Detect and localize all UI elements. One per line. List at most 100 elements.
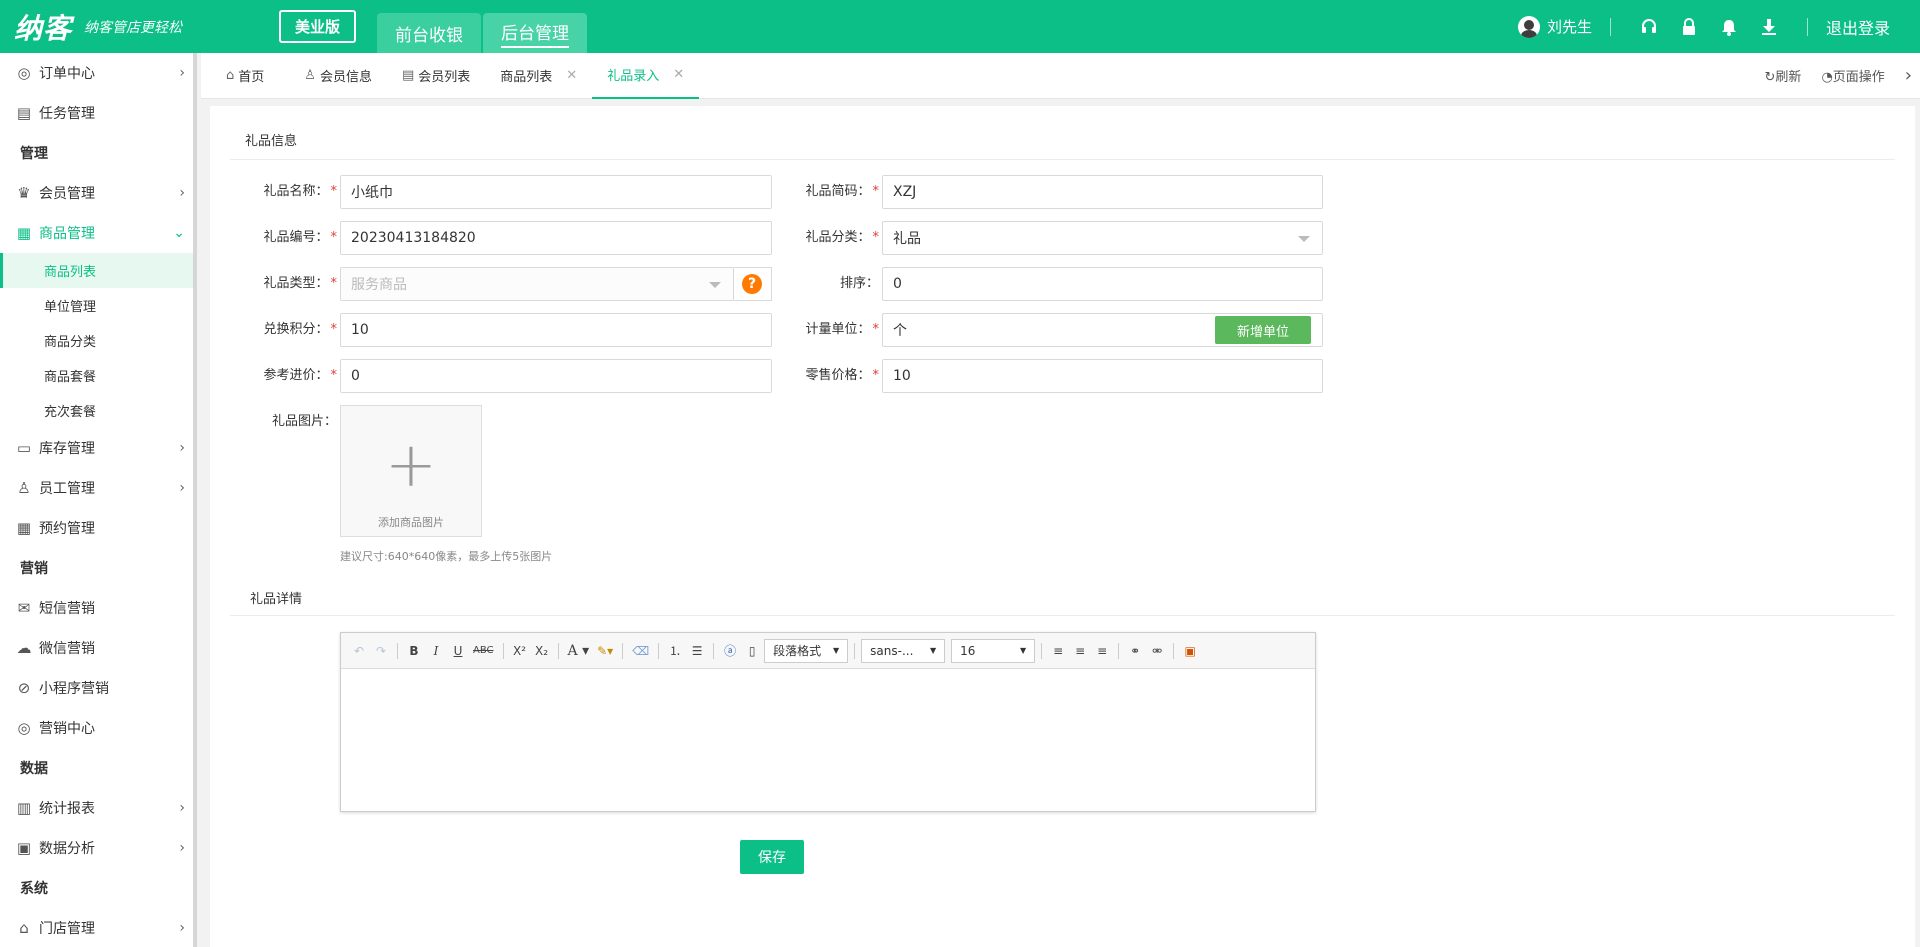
highlight-icon[interactable]: ✎▾ [594, 640, 616, 662]
sidebar-item-label: 统计报表 [39, 801, 95, 817]
sidebar-item-miniapp[interactable]: ⊘ 小程序营销 [0, 668, 193, 708]
strikethrough-icon[interactable]: ABC [470, 640, 497, 662]
sidebar-subitem-product-list[interactable]: 商品列表 [0, 253, 193, 288]
sidebar-item-wechat[interactable]: ☁ 微信营销 [0, 628, 193, 668]
unordered-list-icon[interactable]: ☰ [687, 640, 707, 662]
page-icon[interactable]: ▯ [742, 640, 762, 662]
chevron-down-icon [709, 282, 721, 288]
download-icon[interactable] [1759, 17, 1779, 37]
chevron-down-icon [1298, 236, 1310, 242]
points-input[interactable]: 10 [340, 313, 772, 347]
brand-logo[interactable]: 纳客 纳客管店更轻松 [14, 7, 234, 47]
sidebar-subitem-categories[interactable]: 商品分类 [0, 323, 193, 358]
tab-label: 会员列表 [418, 70, 471, 85]
page-ops-button[interactable]: ◔页面操作 [1821, 66, 1884, 85]
avatar [1517, 15, 1540, 38]
tab-gift-entry[interactable]: 礼品录入 ✕ [592, 53, 700, 99]
image-icon[interactable]: ▣ [1180, 640, 1200, 662]
select-value: sans-... [870, 643, 914, 658]
underline-icon[interactable]: U [448, 640, 468, 662]
required-mark: * [330, 322, 338, 337]
eraser-icon[interactable]: ⌫ [629, 640, 652, 662]
sidebar-item-marketing-center[interactable]: ◎ 营销中心 [0, 708, 193, 748]
tab-label: 会员信息 [319, 70, 372, 85]
sidebar-item-label: 会员管理 [39, 186, 95, 202]
gift-no-input[interactable]: 20230413184820 [340, 221, 772, 255]
logout-button[interactable]: 退出登录 [1826, 15, 1890, 39]
paragraph-format-select[interactable]: 段落格式 ▼ [764, 638, 849, 663]
add-unit-button[interactable]: 新增单位 [1215, 316, 1311, 344]
ref-price-input[interactable]: 0 [340, 359, 772, 393]
sidebar-item-tasks[interactable]: ▤ 任务管理 [0, 93, 193, 133]
lock-icon[interactable] [1679, 17, 1699, 37]
subscript-icon[interactable]: X₂ [532, 640, 552, 662]
sidebar-subitem-packages[interactable]: 商品套餐 [0, 358, 193, 393]
divider [230, 615, 1895, 616]
redo-icon[interactable]: ↷ [371, 640, 391, 662]
retail-price-input[interactable]: 10 [882, 359, 1323, 393]
superscript-icon[interactable]: X² [510, 640, 530, 662]
sidebar-item-members[interactable]: ♛ 会员管理 › [0, 173, 193, 213]
font-size-select[interactable]: 16 ▼ [951, 638, 1036, 663]
tab-label: 商品列表 [500, 70, 553, 85]
tab-home[interactable]: ⌂ 首页 [211, 53, 279, 99]
sidebar-item-label: 商品管理 [39, 226, 95, 242]
sidebar-item-sms[interactable]: ✉ 短信营销 [0, 588, 193, 628]
select-value: 段落格式 [773, 644, 822, 658]
sidebar-subitem-count-packages[interactable]: 充次套餐 [0, 393, 193, 428]
gift-type-select[interactable]: 服务商品 [340, 267, 734, 301]
chevron-right-icon[interactable]: › [1905, 65, 1912, 86]
undo-icon[interactable]: ↶ [349, 640, 369, 662]
sidebar-item-orders[interactable]: ◎ 订单中心 › [0, 53, 193, 93]
font-color-icon[interactable]: A ▾ [565, 640, 593, 662]
bell-icon[interactable] [1719, 17, 1739, 37]
gift-code-input[interactable]: XZJ [882, 175, 1323, 209]
gift-category-select[interactable]: 礼品 [882, 221, 1323, 255]
unlink-icon[interactable]: ⚮ [1147, 640, 1167, 662]
editor-body[interactable] [341, 669, 1315, 811]
anchor-icon[interactable]: ⓐ [720, 640, 740, 662]
crown-icon: ♛ [17, 184, 31, 202]
link-icon[interactable]: ⚭ [1125, 640, 1145, 662]
tab-label: 礼品录入 [607, 69, 660, 84]
sidebar-group-marketing: 营销 [20, 561, 48, 577]
edition-badge[interactable]: 美业版 [279, 10, 357, 43]
bold-icon[interactable]: B [404, 640, 424, 662]
headset-icon[interactable] [1639, 17, 1659, 37]
label-text: 礼品简码： [805, 184, 871, 199]
italic-icon[interactable]: I [426, 640, 446, 662]
tab-member-list[interactable]: ▤ 会员列表 [387, 53, 485, 99]
sort-input[interactable]: 0 [882, 267, 1323, 301]
ordered-list-icon[interactable]: ⒈ [665, 640, 685, 662]
tab-front-cashier[interactable]: 前台收银 [377, 13, 482, 53]
sidebar-item-booking[interactable]: ▦ 预约管理 [0, 508, 193, 548]
sidebar-item-inventory[interactable]: ▭ 库存管理 › [0, 428, 193, 468]
sidebar-item-staff[interactable]: ♙ 员工管理 › [0, 468, 193, 508]
sidebar-item-label: 小程序营销 [39, 681, 109, 697]
align-left-icon[interactable]: ≡ [1048, 640, 1068, 662]
question-icon[interactable]: ? [742, 274, 762, 294]
close-icon[interactable]: ✕ [673, 67, 684, 82]
sidebar-item-products[interactable]: ▦ 商品管理 ⌄ [0, 213, 193, 253]
align-center-icon[interactable]: ≡ [1070, 640, 1090, 662]
label-text: 礼品类型： [263, 276, 329, 291]
tab-product-list[interactable]: 商品列表 ✕ [485, 53, 592, 99]
image-upload-button[interactable]: + 添加商品图片 [340, 405, 482, 537]
sidebar-item-label: 数据分析 [39, 841, 95, 857]
gift-name-input[interactable]: 小纸巾 [340, 175, 772, 209]
sidebar-item-reports[interactable]: ▥ 统计报表 › [0, 788, 193, 828]
align-right-icon[interactable]: ≡ [1092, 640, 1112, 662]
tab-label: 后台管理 [501, 19, 570, 48]
font-family-select[interactable]: sans-... ▼ [861, 638, 946, 663]
close-icon[interactable]: ✕ [566, 68, 577, 83]
sidebar-item-analytics[interactable]: ▣ 数据分析 › [0, 828, 193, 868]
user-menu[interactable]: 刘先生 [1517, 15, 1592, 38]
refresh-button[interactable]: ↻刷新 [1765, 66, 1802, 85]
sidebar-item-stores[interactable]: ⌂ 门店管理 › [0, 908, 193, 947]
save-button[interactable]: 保存 [740, 840, 804, 874]
sidebar-subitem-units[interactable]: 单位管理 [0, 288, 193, 323]
tab-back-office[interactable]: 后台管理 [483, 13, 588, 53]
sidebar-item-label: 员工管理 [39, 481, 95, 497]
chevron-right-icon: › [179, 185, 185, 201]
tab-member-info[interactable]: ♙ 会员信息 [289, 53, 387, 99]
